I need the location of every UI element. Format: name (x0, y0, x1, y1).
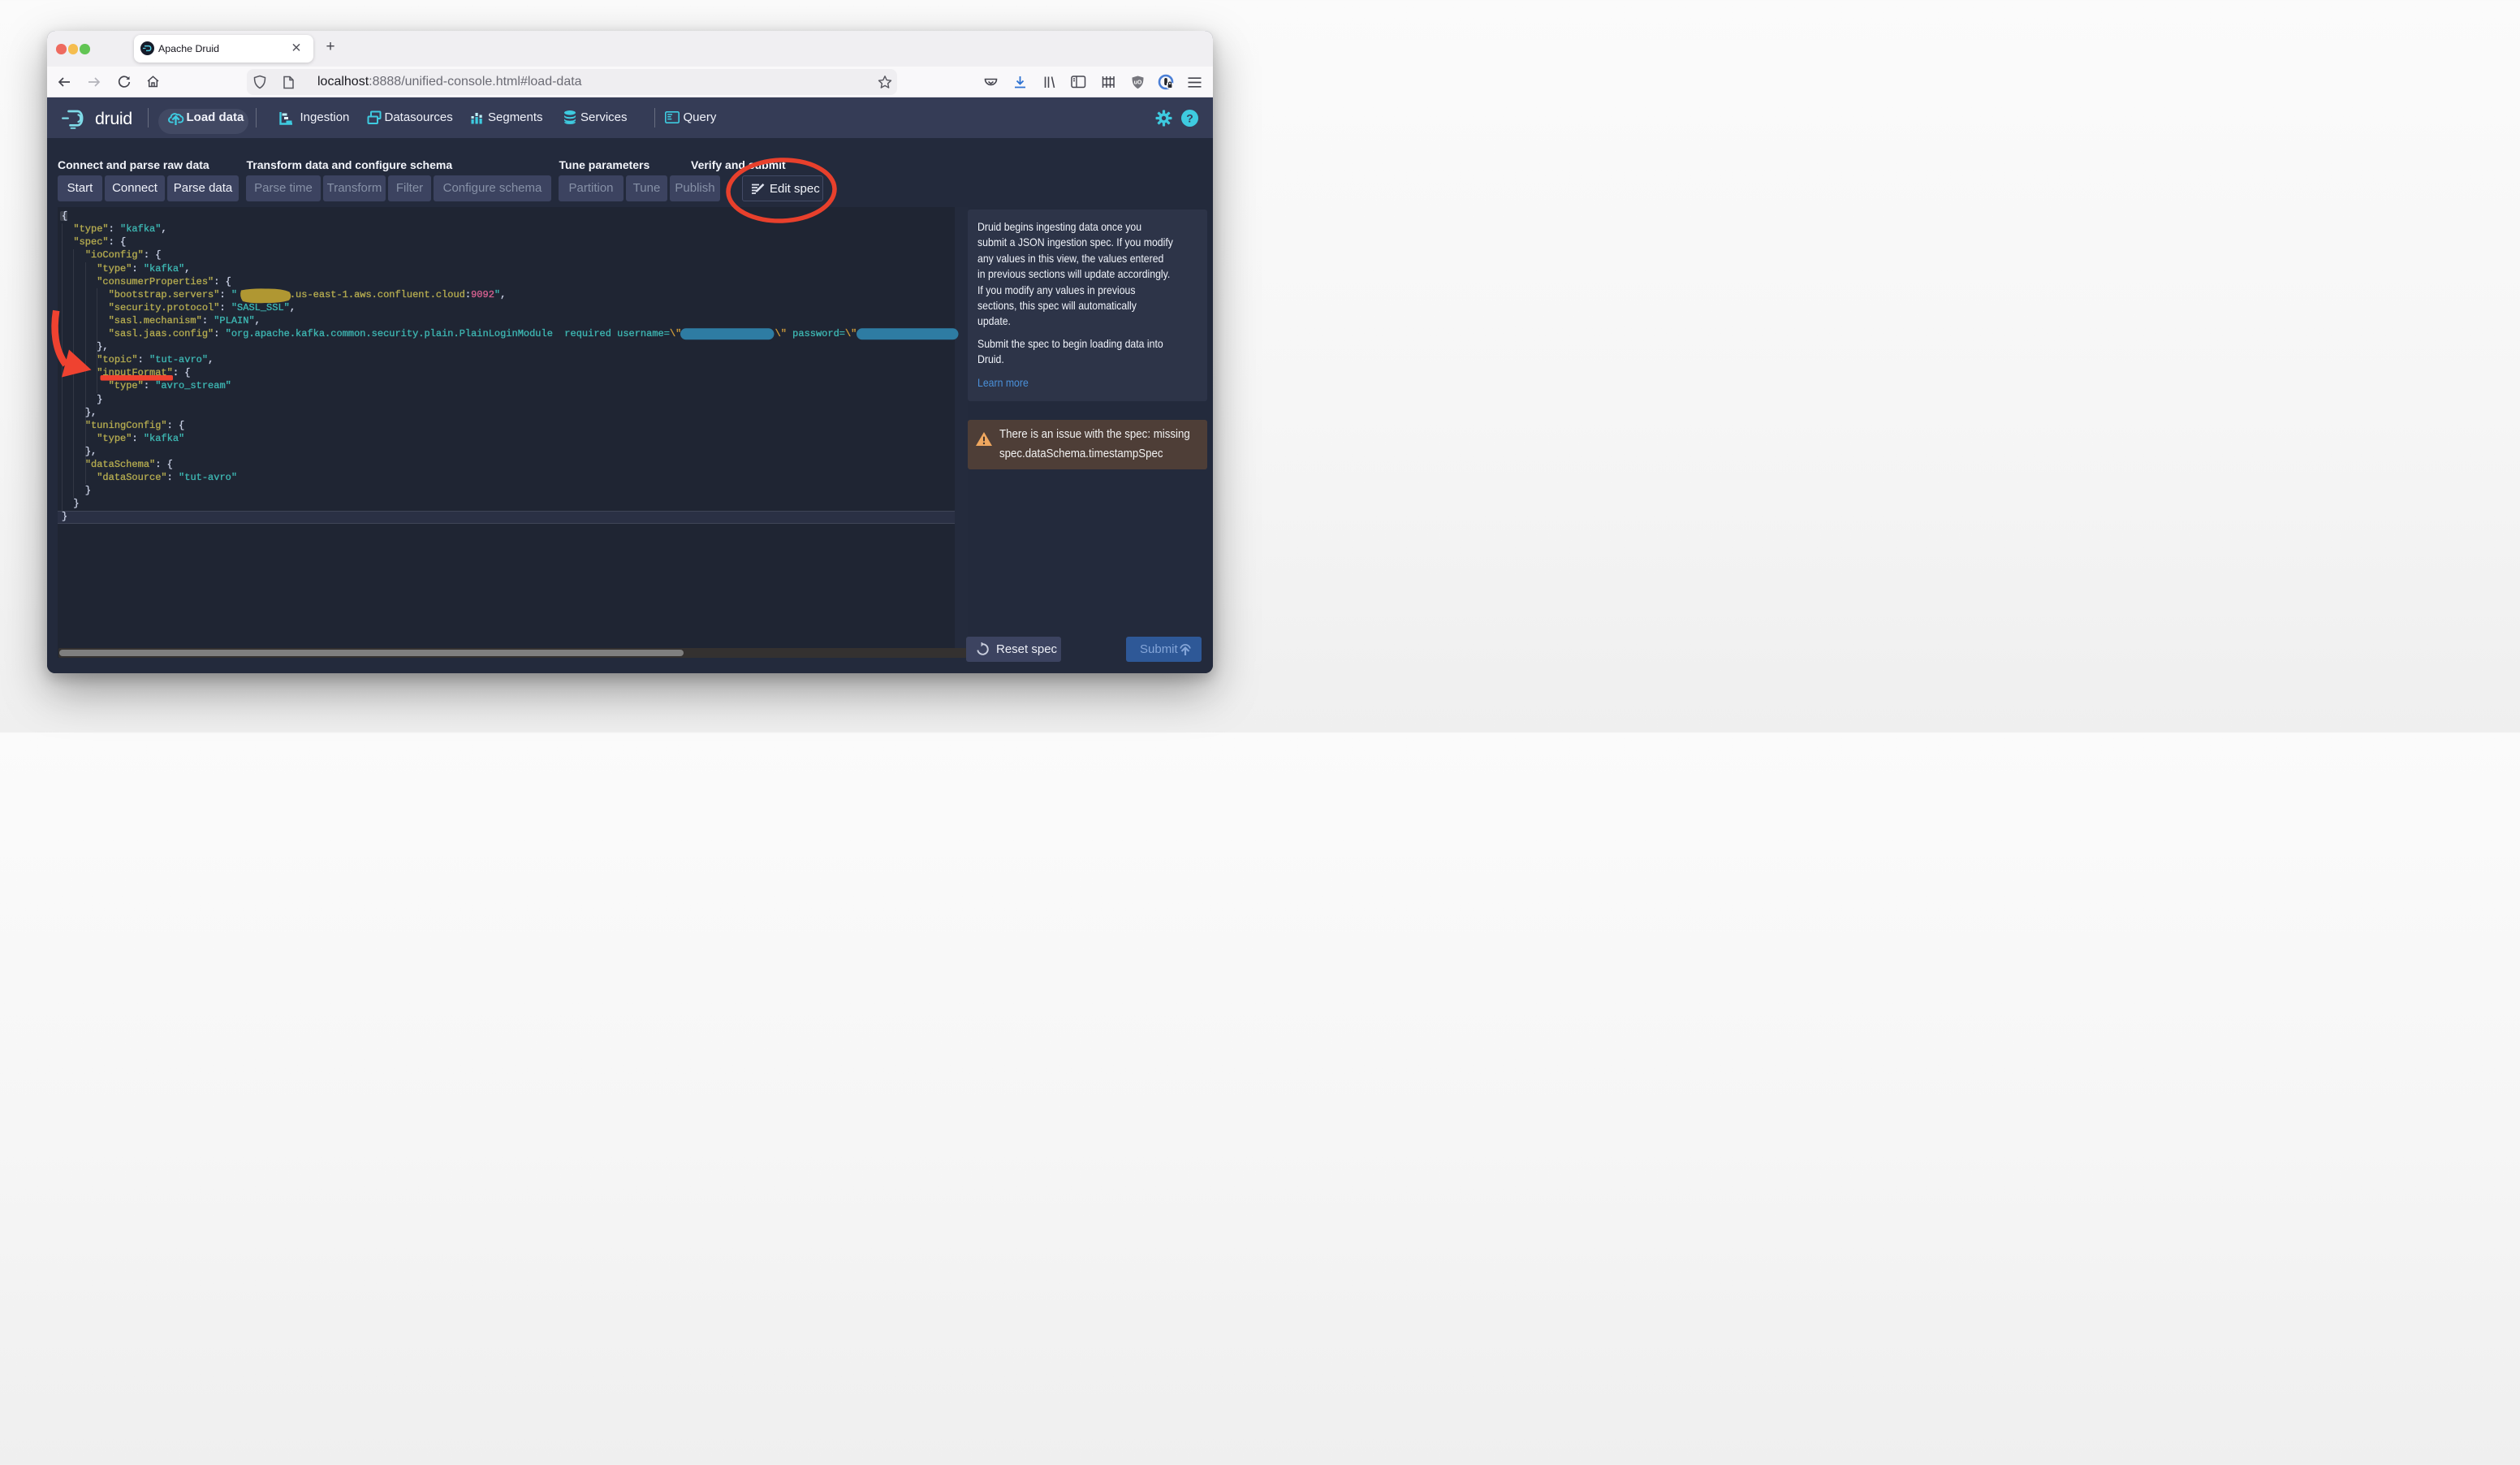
svg-text:?: ? (1186, 112, 1193, 125)
svg-text:uO: uO (1133, 80, 1141, 86)
